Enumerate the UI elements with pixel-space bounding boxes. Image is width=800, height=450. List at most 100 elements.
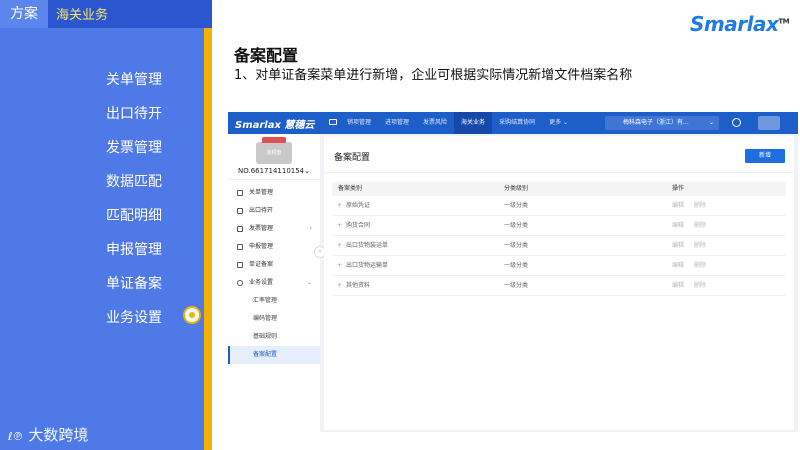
nav-risk[interactable]: 发票风险 [416, 112, 454, 134]
row-level: 一级分类 [504, 222, 529, 229]
sidebar-item-label: 业务设置 [249, 279, 274, 286]
chevron-down-icon: ⌄ [708, 119, 714, 126]
delete-button[interactable]: 删除 [694, 282, 706, 289]
sidebar-item-label: 出口待开 [249, 207, 274, 214]
brand-name: Smarlax [690, 12, 779, 36]
slide-menu-item-current: 业务设置 [106, 310, 162, 326]
account-select[interactable]: NO.661714110154⌄ [238, 167, 310, 175]
current-item-indicator-icon [183, 306, 201, 324]
nav-customs[interactable]: 海关业务 [454, 112, 493, 134]
row-name: 出口货物运输单 [346, 262, 389, 269]
page-title: 备案配置 [334, 153, 371, 163]
sidebar-sub-rules[interactable]: 基础规则 [228, 328, 320, 346]
slide-menu-item: 申报管理 [106, 242, 162, 258]
slide-menu-item: 发票管理 [106, 140, 162, 156]
sidebar-item-label: 申报管理 [249, 243, 274, 250]
add-button[interactable]: 新增 [745, 149, 785, 163]
sidebar-sub-exchange-rate[interactable]: 汇率管理 [228, 292, 320, 310]
slide-menu-item: 单证备案 [106, 276, 162, 292]
document-icon [237, 262, 243, 268]
app-nav: 销项管理 进项管理 发票风险 海关业务 采购结算协同 更多 ⌄ [340, 112, 575, 134]
sidebar-sub-filing-config[interactable]: 备案配置 [228, 346, 320, 364]
filing-table: 备案类别 分类级别 操作 + 原始凭证 一级分类 编辑 删除 + 购货合同 一级分类 … [332, 182, 786, 296]
sidebar-item-business-settings[interactable]: 业务设置 ⌄ [228, 274, 320, 292]
delete-button[interactable]: 删除 [694, 202, 706, 209]
company-logo: ℓ℗ 大数跨境 [8, 424, 88, 445]
table-row: + 其他资料 一级分类 编辑 删除 [332, 276, 786, 296]
nav-more[interactable]: 更多 ⌄ [542, 112, 575, 134]
sidebar-item-label: 单证备案 [249, 261, 274, 268]
row-name: 其他资料 [346, 282, 371, 289]
table-row: + 出口货物运输单 一级分类 编辑 删除 [332, 256, 786, 276]
slide-left-panel [0, 0, 204, 450]
sidebar-sub-code[interactable]: 编码管理 [228, 310, 320, 328]
row-level: 一级分类 [504, 242, 529, 249]
column-header: 备案类别 [338, 185, 363, 192]
table-row: + 出口货物装运单 一级分类 编辑 删除 [332, 236, 786, 256]
sidebar-item-export-pending[interactable]: 出口待开 [228, 202, 320, 220]
nav-settlement[interactable]: 采购结算协同 [492, 112, 542, 134]
sidebar-item-document-filing[interactable]: 单证备案 [228, 256, 320, 274]
nav-purchase[interactable]: 进项管理 [378, 112, 416, 134]
expand-icon[interactable]: + [337, 196, 342, 216]
delete-button[interactable]: 删除 [694, 262, 706, 269]
app-header: Smarlax 慧穗云 销项管理 进项管理 发票风险 海关业务 采购结算协同 更… [228, 112, 798, 134]
nav-sales[interactable]: 销项管理 [340, 112, 378, 134]
slide-heading: 备案配置 [234, 46, 299, 65]
column-header: 分类级别 [504, 185, 529, 192]
edit-button[interactable]: 编辑 [672, 202, 684, 209]
slide-menu: 关单管理 出口待开 发票管理 数据匹配 匹配明细 申报管理 单证备案 业务设置 [106, 66, 162, 338]
trademark: TM [778, 17, 790, 26]
sidebar-item-label: 发票管理 [249, 225, 274, 232]
slide-tag-plan: 方案 [0, 0, 48, 28]
expand-icon[interactable]: + [337, 236, 342, 256]
column-header: 操作 [672, 185, 685, 192]
sidebar-menu: 关单管理 出口待开 发票管理 › 申报管理 单证备案 业务设置 ⌄ 汇率管理 编码管… [228, 184, 320, 364]
invoice-icon [237, 226, 243, 232]
edit-button[interactable]: 编辑 [672, 222, 684, 229]
table-header: 备案类别 分类级别 操作 [332, 182, 786, 196]
slide-menu-item: 出口待开 [106, 106, 162, 122]
delete-button[interactable]: 删除 [694, 222, 706, 229]
sidebar-item-customs-declaration[interactable]: 关单管理 [228, 184, 320, 202]
slide-menu-item: 关单管理 [106, 72, 162, 88]
slide-section-title: 海关业务 [56, 8, 109, 23]
delete-button[interactable]: 删除 [694, 242, 706, 249]
expand-icon[interactable]: + [337, 276, 342, 296]
main-divider [324, 172, 794, 173]
app-main: 备案配置 新增 备案类别 分类级别 操作 + 原始凭证 一级分类 编辑 删除 + 购货… [324, 136, 794, 430]
sidebar-item-invoice[interactable]: 发票管理 › [228, 220, 320, 238]
edit-button[interactable]: 编辑 [672, 262, 684, 269]
company-select[interactable]: 梅科森电子（浙江）有... ⌄ [605, 116, 719, 130]
slide-menu-item: 数据匹配 [106, 174, 162, 190]
app-brand: Smarlax 慧穗云 [235, 120, 315, 131]
chevron-down-icon: ⌄ [306, 279, 312, 286]
row-level: 一级分类 [504, 282, 529, 289]
slide-description: 1、对单证备案菜单进行新增，企业可根据实际情况新增文件档案名称 [234, 68, 633, 83]
app-screenshot: Smarlax 慧穗云 销项管理 进项管理 发票风险 海关业务 采购结算协同 更… [228, 112, 798, 432]
slide-menu-item: 匹配明细 [106, 208, 162, 224]
expand-icon[interactable]: + [337, 216, 342, 236]
box-icon [237, 208, 243, 214]
row-name: 出口货物装运单 [346, 242, 389, 249]
edit-button[interactable]: 编辑 [672, 242, 684, 249]
table-row: + 原始凭证 一级分类 编辑 删除 [332, 196, 786, 216]
logo-mark-icon: ℓ℗ [8, 430, 24, 443]
logo-text: 大数跨境 [28, 426, 89, 444]
monitor-icon[interactable] [329, 119, 337, 125]
row-level: 一级分类 [504, 262, 529, 269]
layers-icon [237, 244, 243, 250]
gear-icon [237, 280, 243, 286]
row-level: 一级分类 [504, 202, 529, 209]
sidebar-item-declaration[interactable]: 申报管理 [228, 238, 320, 256]
edit-button[interactable]: 编辑 [672, 282, 684, 289]
avatar[interactable] [758, 116, 780, 130]
expand-icon[interactable]: + [337, 256, 342, 276]
dashboard-icon[interactable] [732, 118, 741, 127]
sidebar-item-label: 关单管理 [249, 189, 274, 196]
building-icon [237, 190, 243, 196]
app-sidebar: 金税盘 NO.661714110154⌄ 关单管理 出口待开 发票管理 › 申报管… [228, 134, 320, 432]
accent-bar [204, 28, 212, 450]
sidebar-divider [228, 179, 320, 180]
row-name: 购货合同 [346, 222, 371, 229]
